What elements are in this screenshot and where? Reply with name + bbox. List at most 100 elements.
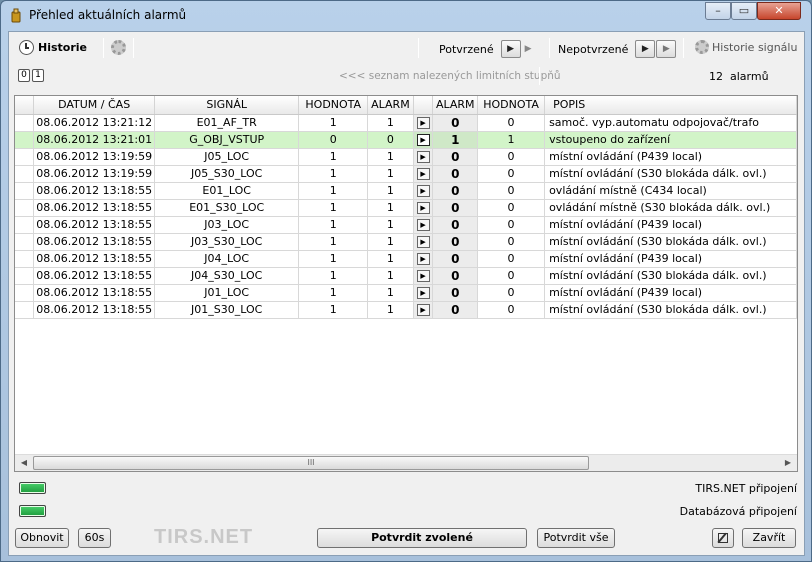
- cell-value: 1: [298, 216, 369, 234]
- nepotvrzene-play-button[interactable]: ▶: [635, 40, 656, 58]
- cell-description: místní ovládání (S30 blokáda dálk. ovl.): [544, 165, 797, 183]
- potvrzene-play-button[interactable]: ▶: [500, 40, 521, 58]
- cell-datetime: 08.06.2012 13:18:55: [33, 233, 156, 251]
- table-row[interactable]: 08.06.2012 13:19:59 J05_LOC 1 1 ▶ 0 0 místní ov…: [15, 148, 797, 166]
- ack-play-icon[interactable]: ▶: [416, 236, 430, 248]
- cell-value-current: 0: [477, 267, 546, 285]
- table-row[interactable]: 08.06.2012 13:18:55 J04_LOC 1 1 ▶ 0 0 místní ov…: [15, 250, 797, 268]
- historie-signalu-label: Historie signálu: [712, 40, 798, 54]
- cell-alarm: 1: [367, 165, 414, 183]
- cell-datetime: 08.06.2012 13:18:55: [33, 301, 156, 319]
- edit-button[interactable]: [712, 528, 734, 548]
- ack-play-icon[interactable]: ▶: [416, 134, 430, 146]
- ack-play-icon[interactable]: ▶: [416, 219, 430, 231]
- interval-button[interactable]: 60s: [78, 528, 111, 548]
- db-status-led: [19, 505, 46, 517]
- row-marker: [15, 114, 35, 132]
- ack-play-icon[interactable]: ▶: [416, 253, 430, 265]
- maximize-button[interactable]: ▭: [731, 2, 757, 20]
- ack-play-icon[interactable]: ▶: [416, 270, 430, 282]
- table-row[interactable]: 08.06.2012 13:18:55 J03_S30_LOC 1 1 ▶ 0 0 místn…: [15, 233, 797, 251]
- row-marker: [15, 250, 35, 268]
- scroll-thumb[interactable]: III: [33, 456, 589, 470]
- header-ack[interactable]: [413, 96, 434, 115]
- table-row[interactable]: 08.06.2012 13:18:55 J01_S30_LOC 1 1 ▶ 0 0 místn…: [15, 301, 797, 319]
- settings-button[interactable]: [111, 40, 126, 55]
- refresh-button[interactable]: Obnovit: [15, 528, 69, 548]
- status-line: 0 1 <<< seznam nalezených limitních stup…: [9, 67, 804, 87]
- header-value[interactable]: HODNOTA: [298, 96, 369, 115]
- table-row[interactable]: 08.06.2012 13:18:55 J03_LOC 1 1 ▶ 0 0 místní ov…: [15, 216, 797, 234]
- nepotvrzene-next-button[interactable]: ▶: [656, 40, 677, 58]
- historie-button[interactable]: Historie: [19, 40, 87, 55]
- table-row[interactable]: 08.06.2012 13:18:55 E01_LOC 1 1 ▶ 0 0 ovládání …: [15, 182, 797, 200]
- cell-description: místní ovládání (P439 local): [544, 216, 797, 234]
- header-description[interactable]: POPIS: [544, 96, 797, 115]
- horizontal-scrollbar[interactable]: ◀ III ▶: [15, 454, 797, 471]
- cell-ack: ▶: [413, 199, 434, 217]
- close-button[interactable]: Zavřít: [742, 528, 796, 548]
- tirs-connection-label: TIRS.NET připojení: [695, 482, 797, 495]
- scroll-left-icon[interactable]: ◀: [16, 456, 32, 470]
- cell-datetime: 08.06.2012 13:18:55: [33, 182, 156, 200]
- ack-play-icon[interactable]: ▶: [416, 287, 430, 299]
- nepotvrzene-group: Nepotvrzené ▶ ▶: [558, 40, 677, 58]
- historie-signalu-button[interactable]: Historie signálu: [695, 40, 797, 54]
- row-marker: [15, 233, 35, 251]
- cell-ack: ▶: [413, 182, 434, 200]
- table-row[interactable]: 08.06.2012 13:21:01 G_OBJ_VSTUP 0 0 ▶ 1 1 vstou…: [15, 131, 797, 149]
- table-row[interactable]: 08.06.2012 13:18:55 J04_S30_LOC 1 1 ▶ 0 0 místn…: [15, 267, 797, 285]
- table-row[interactable]: 08.06.2012 13:21:12 E01_AF_TR 1 1 ▶ 0 0 samoč. …: [15, 114, 797, 132]
- header-signal[interactable]: SIGNÁL: [154, 96, 300, 115]
- status-separator: [539, 67, 540, 85]
- ack-play-icon[interactable]: ▶: [416, 185, 430, 197]
- cell-signal: E01_S30_LOC: [154, 199, 300, 217]
- cell-value: 1: [298, 250, 369, 268]
- counter-b-badge: 1: [32, 69, 44, 82]
- cell-description: samoč. vyp.automatu odpojovač/trafo: [544, 114, 797, 132]
- confirm-all-button[interactable]: Potvrdit vše: [537, 528, 615, 548]
- cell-datetime: 08.06.2012 13:18:55: [33, 267, 156, 285]
- alarm-window: Přehled aktuálních alarmů – ▭ ✕ Historie…: [0, 0, 812, 562]
- cell-ack: ▶: [413, 131, 434, 149]
- close-window-button[interactable]: ✕: [757, 2, 801, 20]
- db-connection-label: Databázová připojení: [679, 505, 797, 518]
- scroll-right-icon[interactable]: ▶: [780, 456, 796, 470]
- ack-play-icon[interactable]: ▶: [416, 117, 430, 129]
- cell-alarm-current: 0: [432, 250, 479, 268]
- list-label[interactable]: <<< seznam nalezených limitních stupňů: [339, 70, 561, 82]
- minimize-button[interactable]: –: [705, 2, 731, 20]
- table-row[interactable]: 08.06.2012 13:18:55 J01_LOC 1 1 ▶ 0 0 místní ov…: [15, 284, 797, 302]
- header-alarm[interactable]: ALARM: [367, 96, 414, 115]
- header-value-current[interactable]: HODNOTA: [477, 96, 546, 115]
- alarm-table-body: DATUM / ČAS SIGNÁL HODNOTA ALARM ALARM H…: [15, 96, 797, 319]
- cell-value-current: 0: [477, 301, 546, 319]
- cell-description: místní ovládání (P439 local): [544, 148, 797, 166]
- row-marker: [15, 182, 35, 200]
- cell-alarm: 1: [367, 216, 414, 234]
- confirm-selected-button[interactable]: Potvrdit zvolené: [317, 528, 527, 548]
- cell-signal: J04_LOC: [154, 250, 300, 268]
- row-marker: [15, 131, 35, 149]
- ack-play-icon[interactable]: ▶: [416, 202, 430, 214]
- ack-play-icon[interactable]: ▶: [416, 151, 430, 163]
- cell-value: 1: [298, 182, 369, 200]
- cell-value-current: 0: [477, 165, 546, 183]
- header-datetime[interactable]: DATUM / ČAS: [33, 96, 156, 115]
- cell-alarm: 1: [367, 301, 414, 319]
- app-icon: [11, 8, 21, 23]
- alarm-table[interactable]: DATUM / ČAS SIGNÁL HODNOTA ALARM ALARM H…: [14, 95, 798, 472]
- tirs-status-led: [19, 482, 46, 494]
- potvrzene-next-icon[interactable]: ▶: [525, 44, 532, 54]
- potvrzene-group: Potvrzené ▶ ▶: [439, 40, 532, 58]
- alarm-count-value: 12: [709, 70, 723, 83]
- title-bar[interactable]: Přehled aktuálních alarmů – ▭ ✕: [1, 1, 811, 29]
- ack-play-icon[interactable]: ▶: [416, 168, 430, 180]
- nepotvrzene-label: Nepotvrzené: [558, 42, 629, 56]
- table-row[interactable]: 08.06.2012 13:18:55 E01_S30_LOC 1 1 ▶ 0 0 ovlád…: [15, 199, 797, 217]
- cell-description: ovládání místně (C434 local): [544, 182, 797, 200]
- table-row[interactable]: 08.06.2012 13:19:59 J05_S30_LOC 1 1 ▶ 0 0 místn…: [15, 165, 797, 183]
- ack-play-icon[interactable]: ▶: [416, 304, 430, 316]
- header-alarm-current[interactable]: ALARM: [432, 96, 479, 115]
- row-marker: [15, 148, 35, 166]
